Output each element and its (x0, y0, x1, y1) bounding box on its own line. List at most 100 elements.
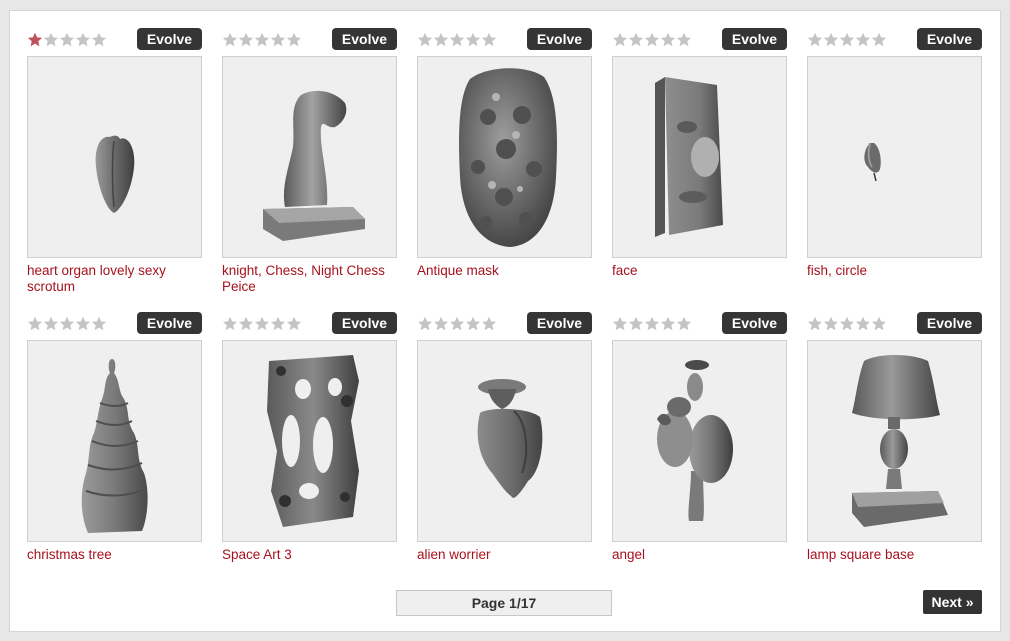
model-thumbnail[interactable] (417, 56, 592, 258)
star-empty-icon[interactable] (871, 32, 887, 48)
model-title[interactable]: alien worrier (417, 547, 592, 563)
star-empty-icon[interactable] (417, 32, 433, 48)
star-empty-icon[interactable] (270, 32, 286, 48)
star-empty-icon[interactable] (59, 316, 75, 332)
evolve-button[interactable]: Evolve (137, 312, 202, 334)
star-empty-icon[interactable] (449, 316, 465, 332)
star-empty-icon[interactable] (660, 316, 676, 332)
star-empty-icon[interactable] (91, 316, 107, 332)
star-empty-icon[interactable] (807, 316, 823, 332)
star-empty-icon[interactable] (286, 32, 302, 48)
star-empty-icon[interactable] (43, 316, 59, 332)
star-empty-icon[interactable] (612, 32, 628, 48)
rating-stars[interactable] (612, 32, 692, 48)
star-empty-icon[interactable] (855, 32, 871, 48)
model-thumbnail[interactable] (612, 340, 787, 542)
evolve-button[interactable]: Evolve (527, 312, 592, 334)
evolve-button[interactable]: Evolve (527, 28, 592, 50)
model-title[interactable]: heart organ lovely sexy scrotum (27, 263, 202, 295)
star-empty-icon[interactable] (628, 32, 644, 48)
star-empty-icon[interactable] (59, 32, 75, 48)
alien-shape-icon (477, 379, 543, 498)
star-empty-icon[interactable] (465, 32, 481, 48)
star-empty-icon[interactable] (676, 316, 692, 332)
star-empty-icon[interactable] (465, 316, 481, 332)
star-empty-icon[interactable] (807, 32, 823, 48)
rating-stars[interactable] (417, 32, 497, 48)
star-empty-icon[interactable] (628, 316, 644, 332)
star-empty-icon[interactable] (481, 32, 497, 48)
model-title[interactable]: face (612, 263, 787, 279)
angel-shape-icon (657, 360, 733, 521)
star-empty-icon[interactable] (660, 32, 676, 48)
star-empty-icon[interactable] (481, 316, 497, 332)
star-empty-icon[interactable] (238, 316, 254, 332)
model-title[interactable]: angel (612, 547, 787, 563)
page-indicator: Page 1/17 (396, 590, 612, 616)
rating-stars[interactable] (27, 32, 107, 48)
model-thumbnail[interactable] (807, 340, 982, 542)
next-page-button[interactable]: Next » (923, 590, 982, 614)
star-empty-icon[interactable] (286, 316, 302, 332)
model-thumbnail[interactable] (417, 340, 592, 542)
gallery-panel: Evolve heart organ lovely sexy scrotum E… (9, 10, 1001, 632)
evolve-button[interactable]: Evolve (332, 312, 397, 334)
model-thumbnail[interactable] (27, 340, 202, 542)
model-title[interactable]: Space Art 3 (222, 547, 397, 563)
star-empty-icon[interactable] (91, 32, 107, 48)
model-title[interactable]: knight, Chess, Night Chess Peice (222, 263, 397, 295)
star-empty-icon[interactable] (75, 316, 91, 332)
lamp-shape-icon (852, 355, 948, 527)
star-empty-icon[interactable] (222, 32, 238, 48)
rating-stars[interactable] (807, 316, 887, 332)
star-empty-icon[interactable] (417, 316, 433, 332)
model-title[interactable]: Antique mask (417, 263, 592, 279)
evolve-button[interactable]: Evolve (332, 28, 397, 50)
model-thumbnail[interactable] (222, 56, 397, 258)
star-empty-icon[interactable] (449, 32, 465, 48)
model-title[interactable]: lamp square base (807, 547, 982, 563)
star-empty-icon[interactable] (823, 32, 839, 48)
tree-shape-icon (81, 359, 148, 533)
star-empty-icon[interactable] (871, 316, 887, 332)
star-empty-icon[interactable] (254, 32, 270, 48)
star-empty-icon[interactable] (644, 32, 660, 48)
star-empty-icon[interactable] (839, 316, 855, 332)
star-filled-icon[interactable] (27, 32, 43, 48)
evolve-button[interactable]: Evolve (917, 312, 982, 334)
rating-stars[interactable] (807, 32, 887, 48)
star-empty-icon[interactable] (612, 316, 628, 332)
star-empty-icon[interactable] (270, 316, 286, 332)
model-title[interactable]: christmas tree (27, 547, 202, 563)
evolve-button[interactable]: Evolve (137, 28, 202, 50)
model-thumbnail[interactable] (612, 56, 787, 258)
star-empty-icon[interactable] (222, 316, 238, 332)
rating-stars[interactable] (417, 316, 497, 332)
rating-stars[interactable] (222, 32, 302, 48)
star-empty-icon[interactable] (75, 32, 91, 48)
model-card: Evolve christmas tree (27, 312, 202, 596)
rating-stars[interactable] (222, 316, 302, 332)
star-empty-icon[interactable] (43, 32, 59, 48)
rating-stars[interactable] (612, 316, 692, 332)
model-title[interactable]: fish, circle (807, 263, 982, 279)
star-empty-icon[interactable] (27, 316, 43, 332)
evolve-button[interactable]: Evolve (917, 28, 982, 50)
star-empty-icon[interactable] (433, 316, 449, 332)
star-empty-icon[interactable] (238, 32, 254, 48)
evolve-button[interactable]: Evolve (722, 28, 787, 50)
model-thumbnail[interactable] (27, 56, 202, 258)
star-empty-icon[interactable] (676, 32, 692, 48)
model-thumbnail[interactable] (807, 56, 982, 258)
star-empty-icon[interactable] (433, 32, 449, 48)
star-empty-icon[interactable] (254, 316, 270, 332)
evolve-button[interactable]: Evolve (722, 312, 787, 334)
star-empty-icon[interactable] (855, 316, 871, 332)
model-thumbnail[interactable] (222, 340, 397, 542)
star-empty-icon[interactable] (839, 32, 855, 48)
model-card: Evolve knight, Chess, Night Chess Peice (222, 28, 397, 312)
star-empty-icon[interactable] (823, 316, 839, 332)
fish-shape-icon (864, 142, 881, 182)
star-empty-icon[interactable] (644, 316, 660, 332)
rating-stars[interactable] (27, 316, 107, 332)
